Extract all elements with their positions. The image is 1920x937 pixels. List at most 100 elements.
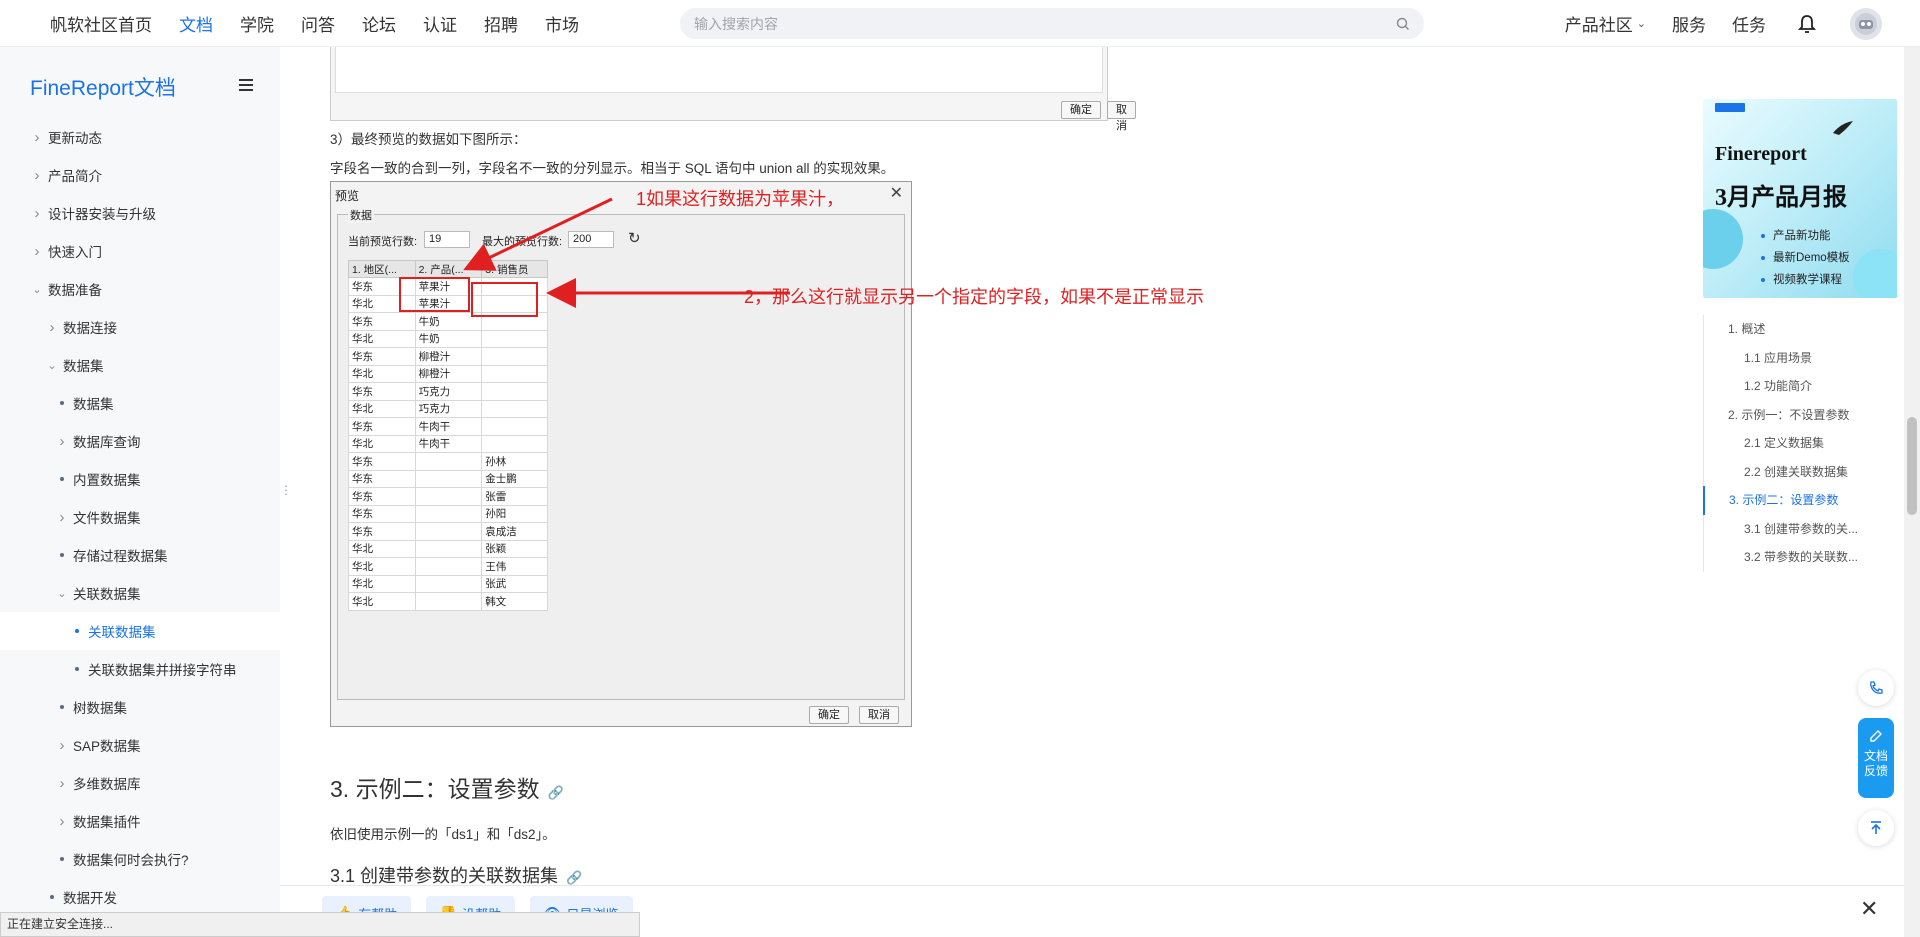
toc-item[interactable]: 1. 概述 — [1704, 315, 1873, 344]
table-cell: 巧克力 — [414, 382, 483, 401]
toc-item[interactable]: 1.2 功能简介 — [1704, 372, 1873, 401]
top-navigation-bar: 帆软社区首页 文档 学院 问答 论坛 认证 招聘 市场 产品社区⌄ 服务 任务 — [0, 0, 1920, 47]
sidebar-item[interactable]: › 设计器安装与升级 — [0, 194, 280, 232]
dialog-screenshot-top: 确定 取消 — [330, 47, 1136, 132]
chevron-right-icon: › — [34, 204, 40, 222]
table-row: 华北 张颖 — [348, 539, 548, 558]
section3-desc: 依旧使用示例一的「ds1」和「ds2」。 — [330, 827, 556, 842]
sidebar-item[interactable]: › 产品简介 — [0, 156, 280, 194]
doc-content: 确定 取消 3）最终预览的数据如下图所示： 字段名一致的合到一列，字段名不一致的… — [280, 47, 1900, 937]
sidebar-item[interactable]: ⌄ 数据准备 — [0, 270, 280, 308]
sidebar-item[interactable]: › 更新动态 — [0, 118, 280, 156]
sidebar-item-label: 内置数据集 — [73, 473, 141, 488]
sidebar-title[interactable]: FineReport文档 — [30, 72, 176, 102]
sidebar-item-label: 多维数据库 — [73, 777, 141, 792]
nav-item[interactable]: 学院 — [240, 11, 274, 36]
nav-product-community[interactable]: 产品社区 ⌄ — [1565, 11, 1646, 36]
sidebar-item-label: SAP数据集 — [73, 739, 141, 754]
sidebar-item[interactable]: 关联数据集 — [0, 612, 280, 650]
nav-service[interactable]: 服务 — [1672, 11, 1706, 36]
page-scrollbar[interactable] — [1904, 47, 1920, 937]
avatar[interactable] — [1850, 7, 1882, 40]
table-cell — [414, 539, 483, 558]
sidebar-item[interactable]: › 快速入门 — [0, 232, 280, 270]
sidebar-item[interactable]: › SAP数据集 — [0, 726, 280, 764]
bullet-icon — [75, 629, 79, 633]
table-cell: 袁成洁 — [481, 522, 548, 541]
table-cell: 华北 — [348, 539, 416, 558]
toc-item[interactable]: 2. 示例一：不设置参数 — [1704, 401, 1873, 430]
nav-item[interactable]: 认证 — [423, 11, 457, 36]
dialog-body — [335, 47, 1103, 93]
banner-line2: 3月产品月报 — [1715, 185, 1847, 211]
search-box[interactable] — [680, 8, 1424, 39]
sidebar-item-label: 关联数据集 — [88, 625, 156, 640]
phone-contact-button[interactable] — [1858, 670, 1894, 706]
nav-item[interactable]: 论坛 — [362, 11, 396, 36]
toc-item[interactable]: 2.2 创建关联数据集 — [1704, 458, 1873, 487]
annotation-text-2: 2，那么这行就显示另一个指定的字段，如果不是正常显示 — [744, 287, 1205, 307]
sidebar-item[interactable]: › 数据连接 — [0, 308, 280, 346]
nav-item[interactable]: 帆软社区首页 — [50, 11, 152, 36]
section3-heading: 3. 示例二：设置参数 🔗 — [330, 770, 564, 804]
sidebar-item[interactable]: ⌄ 关联数据集 — [0, 574, 280, 612]
nav-item[interactable]: 文档 — [179, 11, 213, 36]
product-report-banner[interactable]: Finereport 3月产品月报 产品新功能 最新Demo模板 视频教学课程 — [1703, 99, 1897, 298]
chevron-right-icon: › — [59, 432, 65, 450]
sidebar-item[interactable]: › 文件数据集 — [0, 498, 280, 536]
nav-item[interactable]: 招聘 — [484, 11, 518, 36]
link-icon[interactable]: 🔗 — [566, 870, 582, 886]
table-cell: 华东 — [348, 522, 416, 541]
sidebar-item-label: 文件数据集 — [73, 511, 141, 526]
close-icon[interactable]: ✕ — [1860, 896, 1878, 922]
menu-icon[interactable] — [238, 77, 256, 93]
sidebar-item[interactable]: 数据集何时会执行? — [0, 840, 280, 878]
toc-item[interactable]: 1.1 应用场景 — [1704, 344, 1873, 373]
sidebar-item[interactable]: 数据开发 — [0, 878, 280, 916]
banner-decor-ball — [1703, 209, 1743, 269]
table-cell — [414, 522, 483, 541]
nav-item[interactable]: 市场 — [545, 11, 579, 36]
link-icon[interactable]: 🔗 — [548, 785, 564, 801]
sidebar-item[interactable]: › 数据集插件 — [0, 802, 280, 840]
sidebar-item[interactable]: 数据集 — [0, 384, 280, 422]
table-cell — [414, 504, 483, 523]
table-row: 华东 张雷 — [348, 487, 548, 506]
right-panel: Finereport 3月产品月报 产品新功能 最新Demo模板 视频教学课程 — [1703, 99, 1897, 298]
table-cell — [414, 592, 483, 611]
sidebar-item[interactable]: › 数据库查询 — [0, 422, 280, 460]
bell-icon[interactable] — [1796, 13, 1818, 35]
sidebar-item-label: 数据集 — [63, 359, 104, 374]
sidebar-item-label: 更新动态 — [48, 131, 102, 146]
scrollbar-thumb[interactable] — [1907, 417, 1917, 515]
sidebar-item[interactable]: 树数据集 — [0, 688, 280, 726]
back-to-top-button[interactable] — [1858, 810, 1894, 846]
sidebar-item[interactable]: › 多维数据库 — [0, 764, 280, 802]
toc-item[interactable]: 3.1 创建带参数的关... — [1704, 515, 1873, 544]
sidebar-item-label: 数据准备 — [48, 283, 102, 298]
search-input[interactable] — [694, 15, 1396, 32]
toc-item[interactable]: 2.1 定义数据集 — [1704, 429, 1873, 458]
search-icon[interactable] — [1396, 17, 1410, 31]
sidebar-item[interactable]: 存储过程数据集 — [0, 536, 280, 574]
toc-item[interactable]: 3.2 带参数的关联数... — [1704, 543, 1873, 572]
chevron-down-icon: ⌄ — [32, 283, 42, 296]
sidebar-item[interactable]: 内置数据集 — [0, 460, 280, 498]
sidebar-item-label: 树数据集 — [73, 701, 127, 716]
nav-item[interactable]: 问答 — [301, 11, 335, 36]
table-cell: 华北 — [348, 364, 416, 383]
toc-item[interactable]: 3. 示例二：设置参数 — [1703, 486, 1873, 515]
chevron-right-icon: › — [59, 812, 65, 830]
sidebar-item-label: 数据集何时会执行? — [73, 853, 189, 868]
sidebar-item-label: 关联数据集 — [73, 587, 141, 602]
table-cell: 华东 — [348, 469, 416, 488]
table-cell: 华北 — [348, 592, 416, 611]
sidebar-item-label: 产品简介 — [48, 169, 102, 184]
sidebar-item[interactable]: ⌄ 数据集 — [0, 346, 280, 384]
sidebar-item[interactable]: 关联数据集并拼接字符串 — [0, 650, 280, 688]
preview-group-label: 数据 — [348, 207, 374, 223]
table-cell: 华东 — [348, 347, 416, 366]
nav-task[interactable]: 任务 — [1732, 11, 1766, 36]
doc-feedback-button[interactable]: 文档 反馈 — [1858, 718, 1894, 798]
dialog-cancel-button: 取消 — [1107, 101, 1136, 132]
